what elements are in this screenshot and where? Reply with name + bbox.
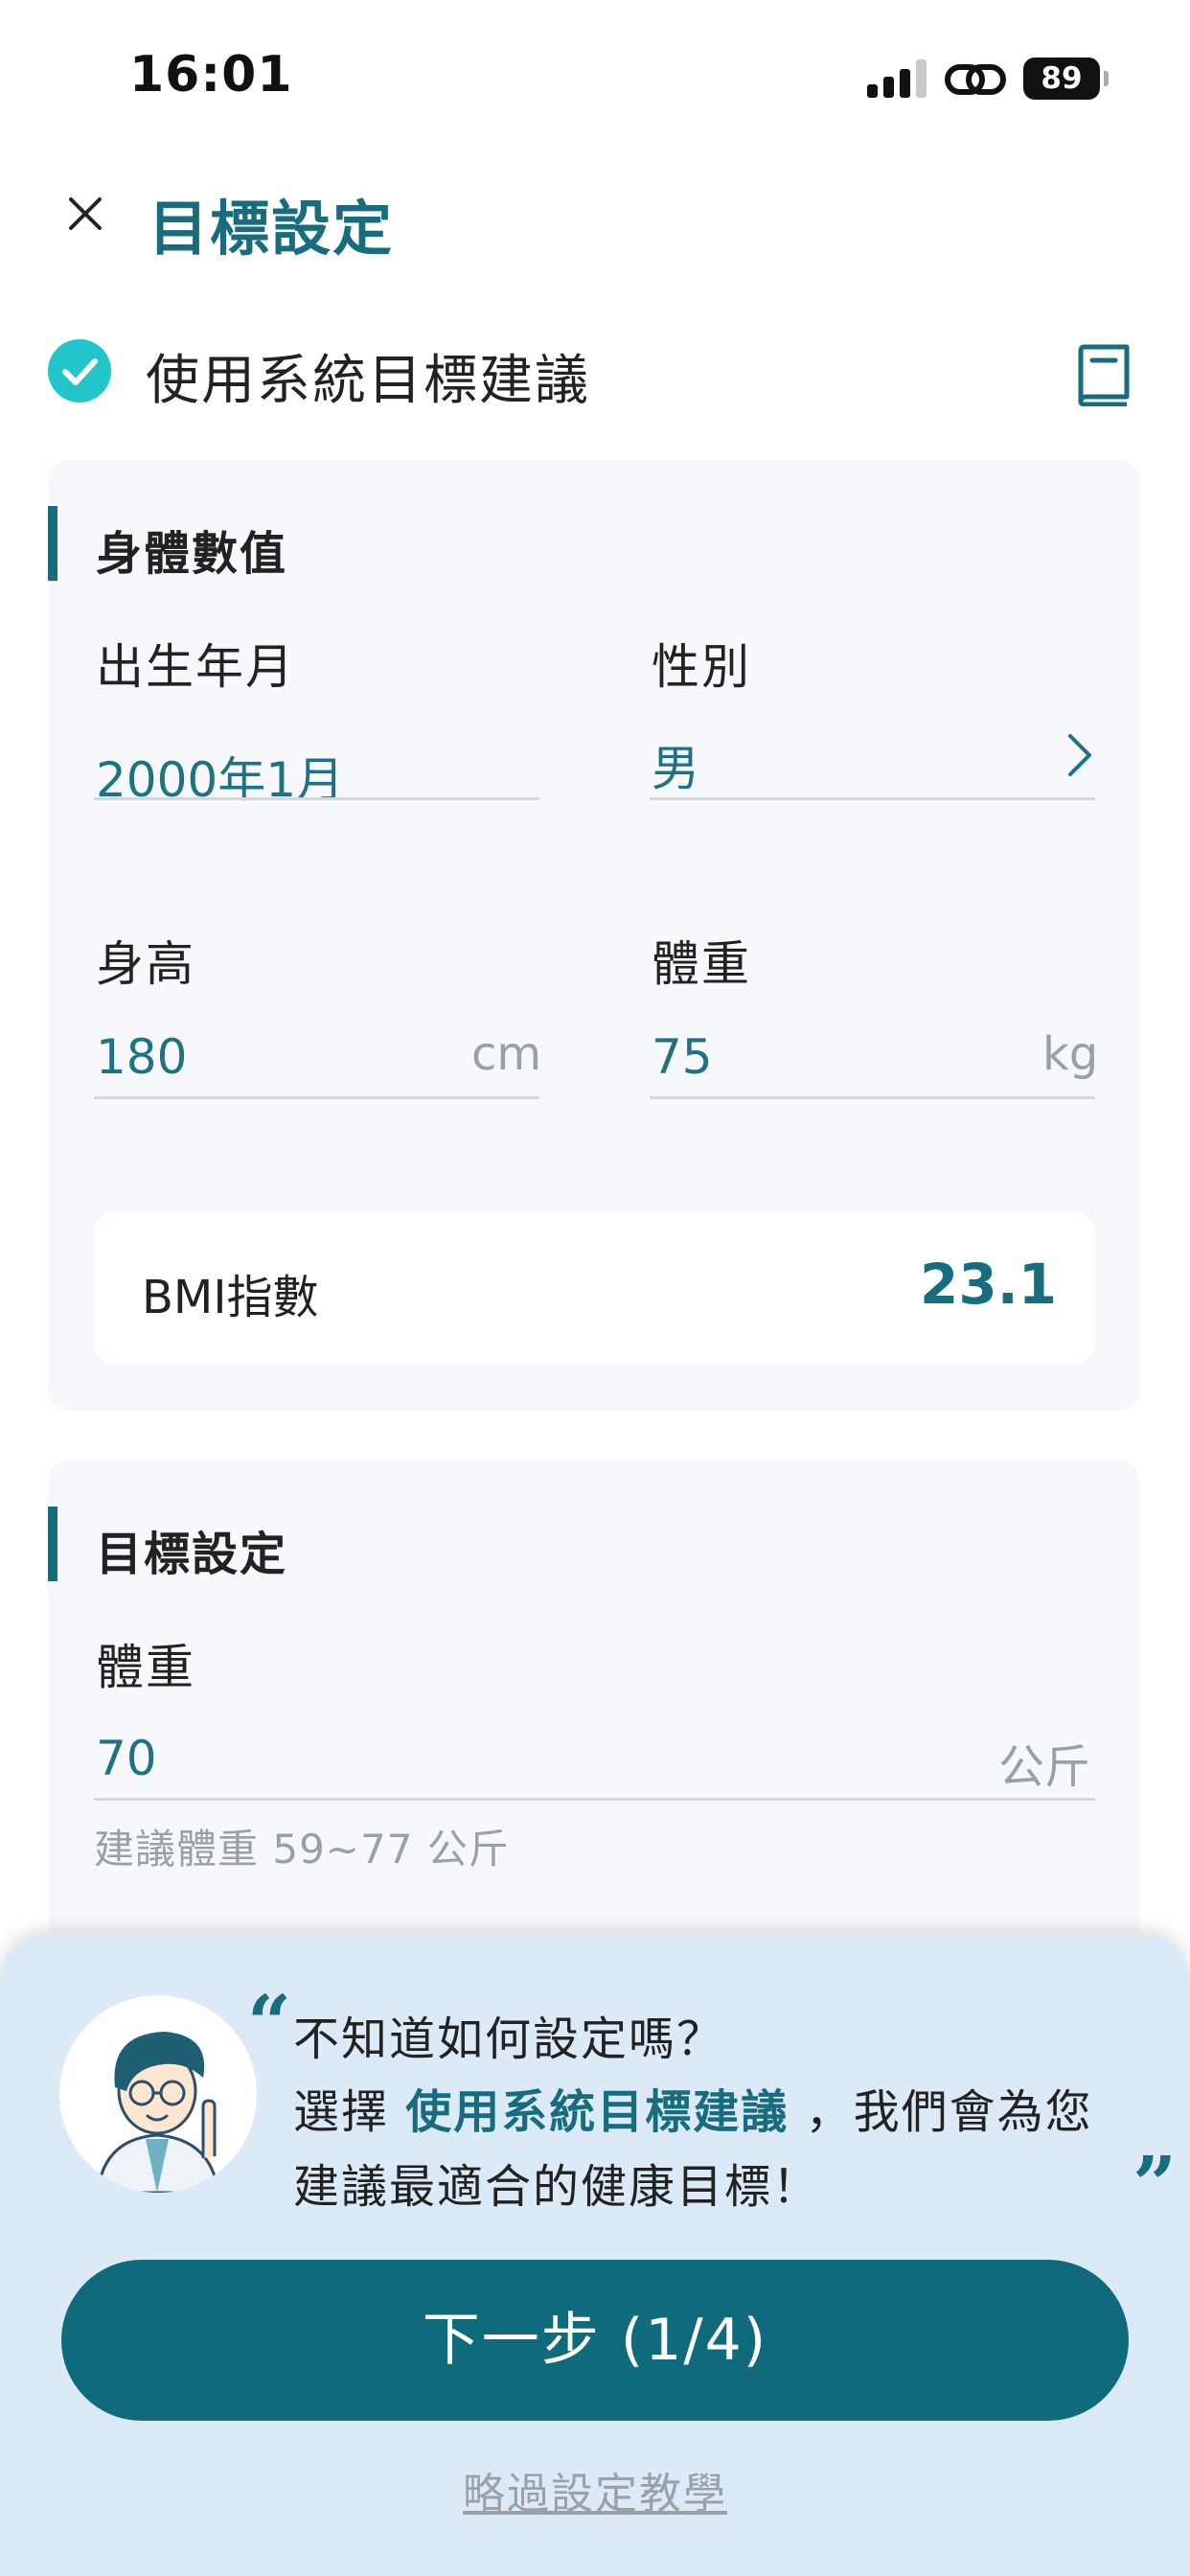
gender-select[interactable]: 男 <box>652 730 699 799</box>
page-title: 目標設定 <box>149 194 395 264</box>
battery-icon: 89 <box>1023 58 1110 100</box>
gender-label: 性別 <box>652 639 751 695</box>
weight-input[interactable]: 75 <box>652 1029 713 1085</box>
status-time: 16:01 <box>129 46 293 104</box>
tip-highlight: 使用系統目標建議 <box>405 2085 790 2139</box>
height-label: 身高 <box>96 936 195 992</box>
cellular-signal-icon <box>867 59 932 98</box>
tip-line-2: 選擇 使用系統目標建議 ，我們會為您 <box>293 2074 1093 2141</box>
tip-line-3: 建議最適合的健康目標！ <box>293 2160 821 2214</box>
checkmark-icon[interactable] <box>48 339 111 402</box>
system-suggestion-label[interactable]: 使用系統目標建議 <box>146 337 590 415</box>
close-icon[interactable] <box>63 192 107 236</box>
bmi-label: BMI指數 <box>142 1271 319 1324</box>
body-values-title: 身體數值 <box>96 527 288 581</box>
doctor-avatar <box>59 1995 257 2193</box>
chevron-right-icon[interactable] <box>1065 730 1094 780</box>
close-quote: ” <box>1133 2139 1178 2229</box>
book-icon[interactable] <box>1075 343 1133 407</box>
section-accent-bar <box>48 1506 57 1581</box>
bmi-value: 23.1 <box>920 1252 1058 1317</box>
goal-weight-hint: 建議體重 59~77 公斤 <box>94 1826 510 1873</box>
tip-line-2-suffix: ，我們會為您 <box>805 2085 1093 2139</box>
battery-level: 89 <box>1023 58 1100 100</box>
goal-weight-input[interactable]: 70 <box>96 1731 157 1786</box>
open-quote: “ <box>247 1978 292 2068</box>
goal-weight-label: 體重 <box>96 1640 195 1695</box>
tip-line-2-prefix: 選擇 <box>293 2085 390 2139</box>
goal-title: 目標設定 <box>96 1528 288 1581</box>
tip-line-1: 不知道如何設定嗎？ <box>293 2012 725 2066</box>
section-accent-bar <box>48 506 57 581</box>
skip-tutorial-link[interactable]: 略過設定教學 <box>0 2459 1190 2520</box>
birth-input[interactable]: 2000年1月 <box>96 742 344 811</box>
link-icon <box>945 59 1006 100</box>
next-button[interactable]: 下一步 (1/4) <box>61 2260 1129 2421</box>
height-input[interactable]: 180 <box>96 1029 187 1085</box>
height-unit: cm <box>471 1027 542 1081</box>
weight-label: 體重 <box>652 936 751 992</box>
birth-label: 出生年月 <box>96 639 295 695</box>
weight-unit: kg <box>1042 1027 1099 1081</box>
goal-weight-unit: 公斤 <box>998 1740 1091 1794</box>
